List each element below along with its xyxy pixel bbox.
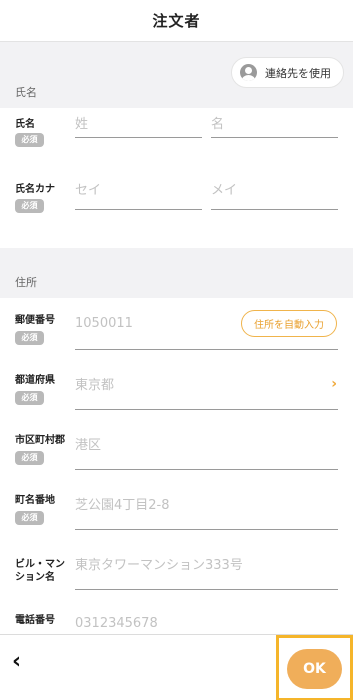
field-label: 町名番地 [15,495,55,506]
last-name-kana-input[interactable]: セイ [75,168,202,210]
section-label-address: 住所 [15,276,37,289]
page-title: 注文者 [152,12,201,30]
placeholder: メイ [211,183,238,198]
required-badge: 必須 [15,391,44,405]
section-label-name: 氏名 [15,86,37,99]
ok-button[interactable]: OK [287,649,342,689]
last-name-input[interactable]: 姓 [75,108,202,138]
field-label: ビル・マン ション名 [15,558,65,584]
row-name-kana: 氏名カナ 必須 セイ メイ [0,168,353,228]
auto-fill-address-button[interactable]: 住所を自動入力 [241,310,337,337]
placeholder: 港区 [75,438,102,453]
required-badge: 必須 [15,451,44,465]
field-label-line1: ビル・マン [15,559,65,570]
person-icon [240,64,257,81]
row-building: ビル・マン ション名 東京タワーマンション333号 [0,538,353,598]
field-label: 郵便番号 [15,315,55,326]
placeholder: 東京タワーマンション333号 [75,558,243,573]
required-badge: 必須 [15,133,44,147]
placeholder: セイ [75,183,102,198]
chevron-right-icon: › [331,376,337,392]
placeholder: 東京都 [75,378,115,393]
address-section-header: 住所 [0,248,353,298]
required-badge: 必須 [15,199,44,213]
placeholder: 姓 [75,117,89,132]
required-badge: 必須 [15,331,44,345]
placeholder: 0312345678 [75,616,158,631]
field-label: 市区町村郡 [15,435,65,446]
field-label: 氏名カナ [15,184,55,195]
street-address-input[interactable]: 芝公園4丁目2-8 [75,478,338,530]
header: 注文者 [0,0,353,42]
placeholder: 1050011 [75,316,133,331]
prefecture-select[interactable]: 東京都 [75,358,338,410]
first-name-input[interactable]: 名 [211,108,338,138]
name-section-header: 連絡先を使用 氏名 [0,42,353,108]
use-contacts-label: 連絡先を使用 [265,66,331,80]
field-label-line2: ション名 [15,572,55,583]
building-input[interactable]: 東京タワーマンション333号 [75,538,338,590]
placeholder: 芝公園4丁目2-8 [75,498,170,513]
required-badge: 必須 [15,511,44,525]
footer-bar: ‹ OK [0,634,353,700]
placeholder: 名 [211,117,225,132]
row-city: 市区町村郡 必須 港区 [0,418,353,478]
row-street: 町名番地 必須 芝公園4丁目2-8 [0,478,353,538]
field-label: 都道府県 [15,375,55,386]
row-prefecture: 都道府県 必須 東京都 › [0,358,353,418]
field-label: 氏名 [15,119,35,130]
row-postal-code: 郵便番号 必須 1050011 住所を自動入力 [0,298,353,358]
ok-highlight-frame: OK [276,635,353,700]
use-contacts-button[interactable]: 連絡先を使用 [231,57,344,88]
row-name: 氏名 必須 姓 名 [0,108,353,168]
city-input[interactable]: 港区 [75,418,338,470]
field-label: 電話番号 [15,615,55,626]
back-button[interactable]: ‹ [12,649,21,674]
first-name-kana-input[interactable]: メイ [211,168,338,210]
